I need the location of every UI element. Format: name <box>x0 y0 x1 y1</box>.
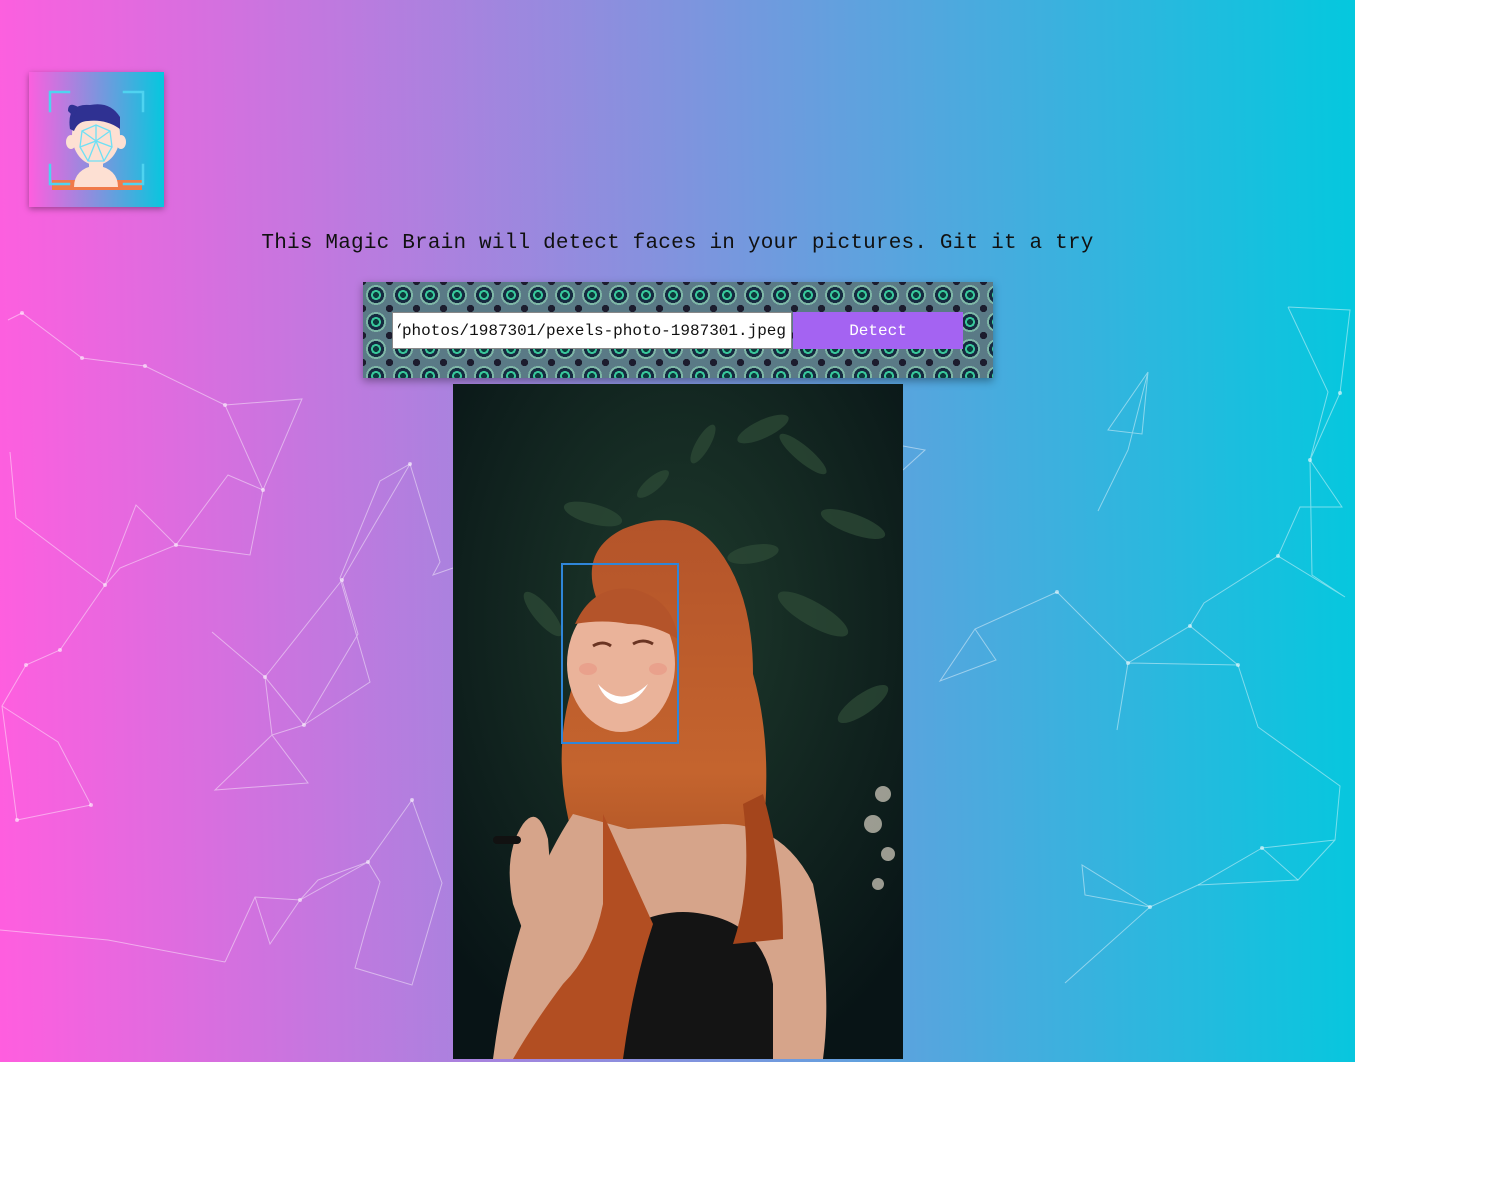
face-bounding-box <box>561 563 679 744</box>
tagline: This Magic Brain will detect faces in yo… <box>261 232 1094 255</box>
image-url-input[interactable] <box>392 312 792 349</box>
detect-button[interactable]: Detect <box>793 312 963 349</box>
image-link-form: Detect <box>363 282 993 378</box>
face-recognition-icon <box>48 90 145 190</box>
logo[interactable] <box>29 72 164 207</box>
input-image <box>453 384 903 1059</box>
app-background: This Magic Brain will detect faces in yo… <box>0 0 1355 1062</box>
